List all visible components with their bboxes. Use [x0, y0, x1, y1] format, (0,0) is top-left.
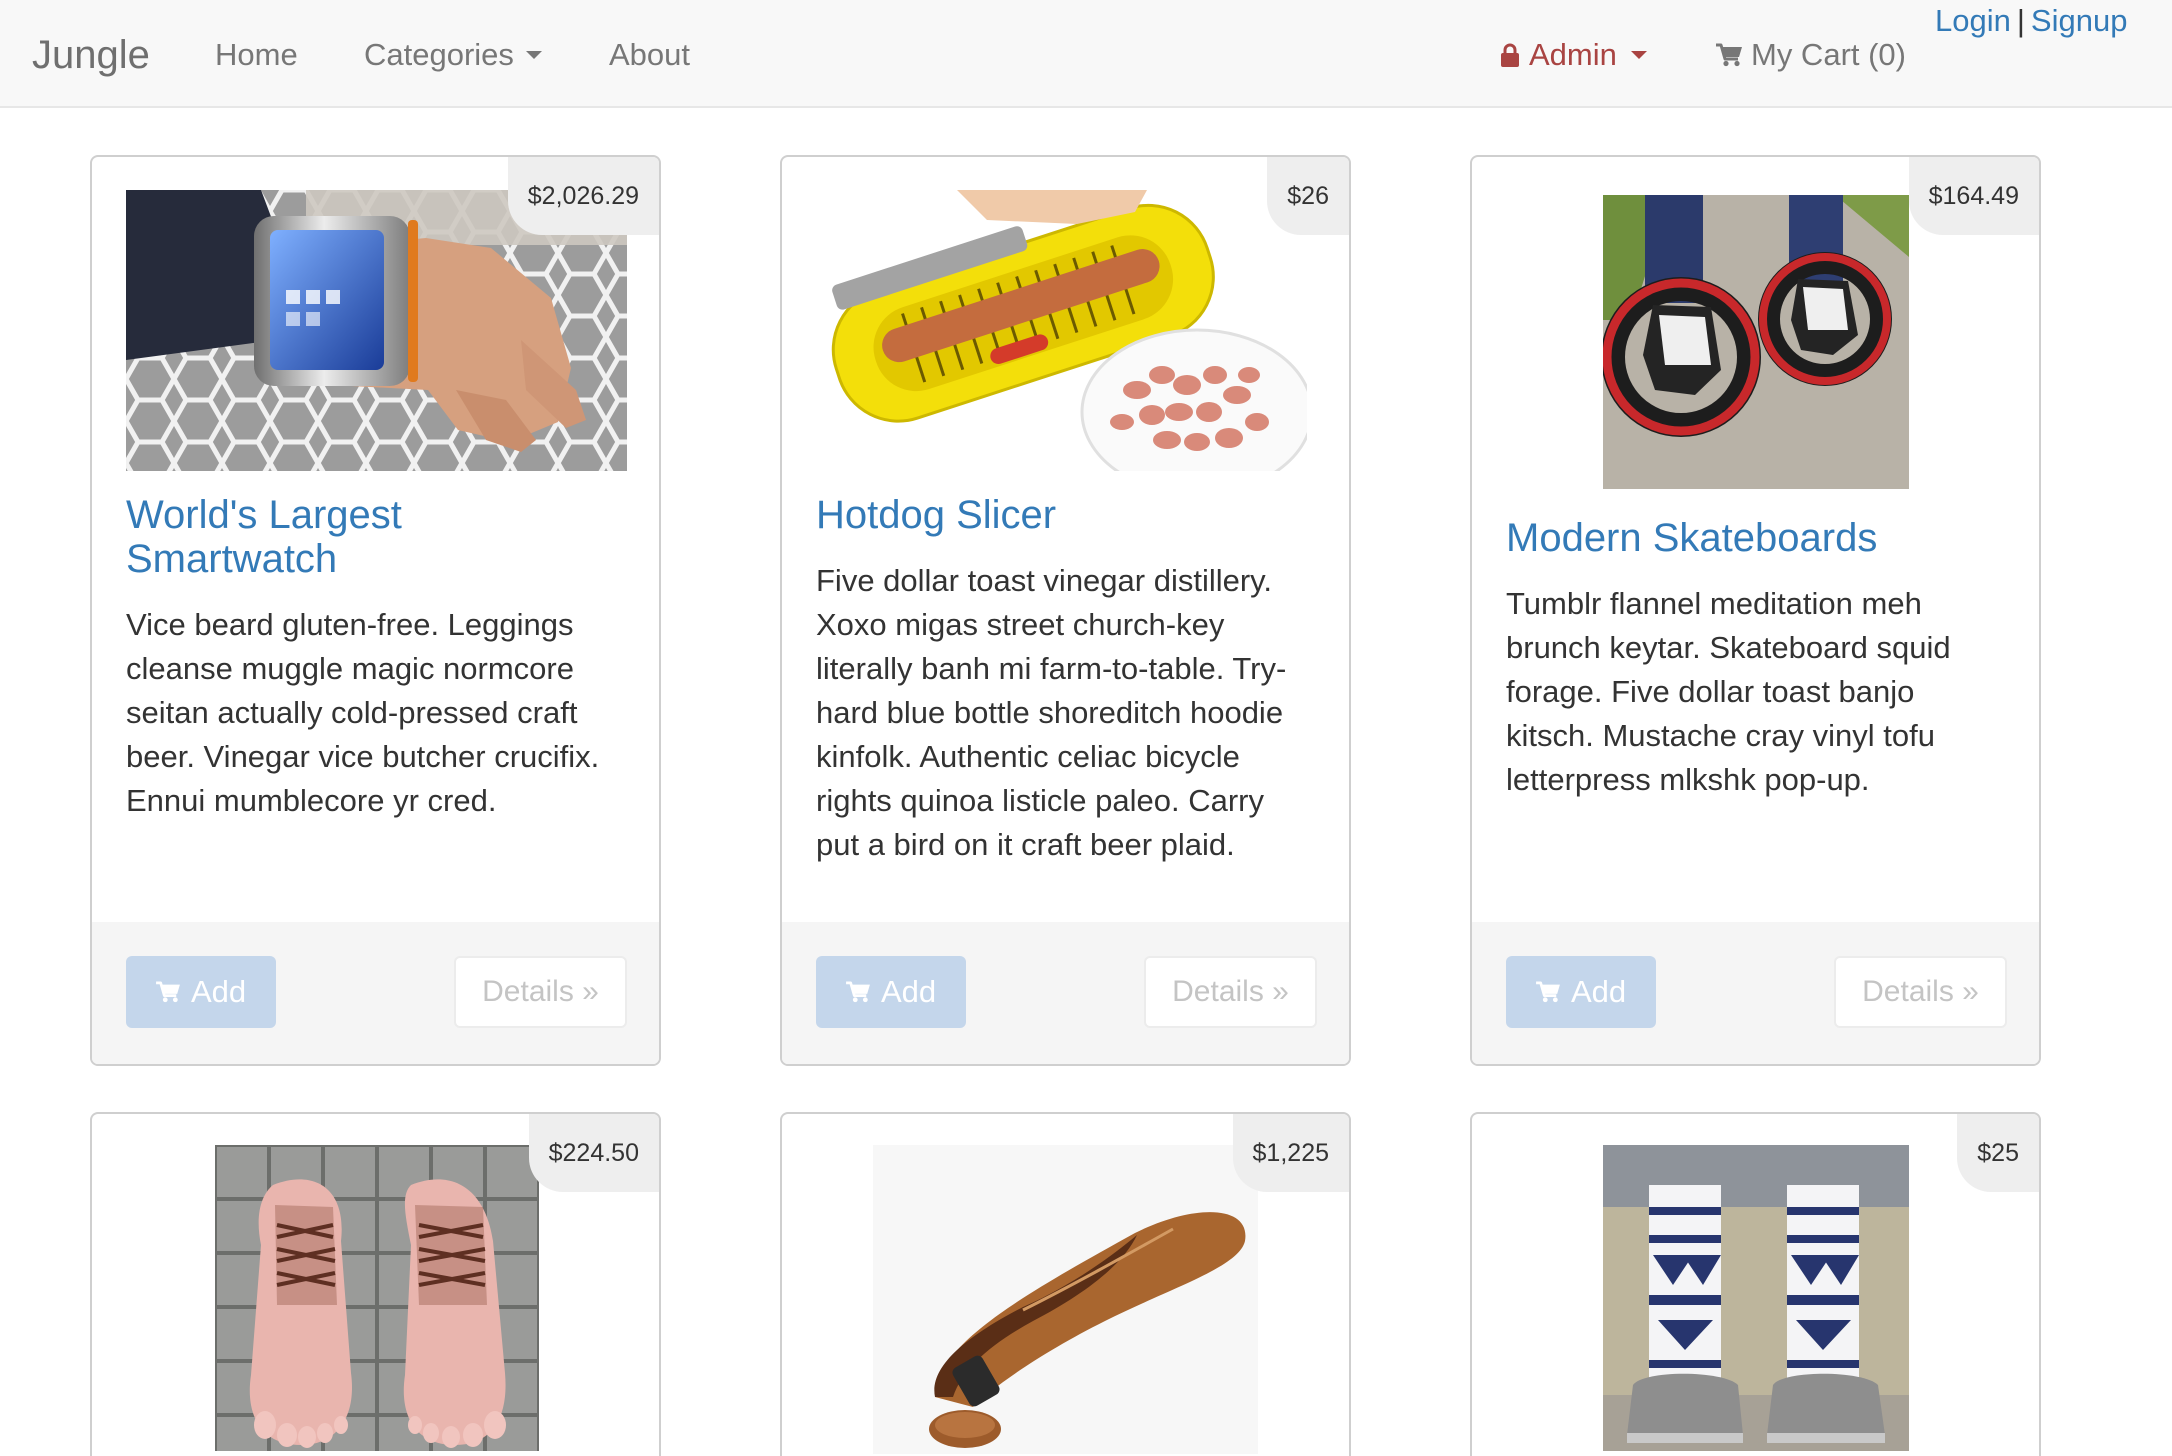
my-cart-link[interactable]: My Cart (0): [1715, 33, 1906, 77]
caret-down-icon: [1630, 51, 1647, 59]
product-actions: Add Details »: [92, 922, 659, 1064]
cart-icon: [1716, 43, 1742, 67]
details-button[interactable]: Details »: [1144, 956, 1317, 1028]
sleeve: [126, 190, 276, 360]
foot-shoe-left: [249, 1179, 352, 1448]
nav-home-link[interactable]: Home: [215, 33, 298, 77]
product-title[interactable]: Modern Skateboards: [1506, 516, 1992, 560]
nav-about-link[interactable]: About: [609, 33, 690, 77]
product-description: Tumblr flannel meditation meh brunch key…: [1506, 586, 1951, 797]
admin-label: Admin: [1529, 37, 1617, 72]
cart-icon: [156, 981, 180, 1003]
product-body: World's Largest Smartwatch Vice beard gl…: [126, 190, 627, 823]
product-card: $25: [1470, 1112, 2041, 1456]
price-tag: $2,026.29: [507, 157, 659, 235]
product-actions: Add Details »: [1472, 922, 2039, 1064]
nav-categories-dropdown[interactable]: Categories: [364, 33, 542, 77]
navbar: Jungle Home Categories About Admin My Ca…: [0, 0, 2172, 108]
product-image: [1603, 195, 1909, 489]
cart-icon: [1536, 981, 1560, 1003]
product-title[interactable]: Hotdog Slicer: [816, 493, 1302, 537]
product-title[interactable]: World's Largest Smartwatch: [126, 493, 612, 581]
add-label: Add: [191, 974, 247, 1009]
product-actions: Add Details »: [782, 922, 1349, 1064]
product-description: Vice beard gluten-free. Leggings cleanse…: [126, 607, 600, 818]
details-button[interactable]: Details »: [454, 956, 627, 1028]
price-tag: $224.50: [528, 1114, 659, 1192]
my-cart-label: My Cart (0): [1751, 37, 1906, 72]
add-to-cart-button[interactable]: Add: [1506, 956, 1656, 1028]
sock-right: [1787, 1185, 1859, 1390]
product-image: [873, 1145, 1258, 1454]
smartwatch-band: [254, 216, 418, 386]
details-button[interactable]: Details »: [1834, 956, 2007, 1028]
nav-categories-label: Categories: [364, 37, 514, 72]
add-label: Add: [1571, 974, 1627, 1009]
add-to-cart-button[interactable]: Add: [816, 956, 966, 1028]
auth-links: Login | Signup: [1935, 0, 2127, 42]
product-card: $164.49 Modern Skateboards Tumblr flanne…: [1470, 155, 2041, 1066]
sock-left: [1649, 1185, 1721, 1390]
detached-heel: [929, 1410, 1001, 1448]
product-card: $2,026.29 World's Largest Smartwatch Vic…: [90, 155, 661, 1066]
product-card: $224.50: [90, 1112, 661, 1456]
auth-separator: |: [2016, 3, 2025, 38]
admin-dropdown[interactable]: Admin: [1500, 33, 1647, 77]
price-tag: $25: [1957, 1114, 2039, 1192]
product-image: [817, 190, 1307, 471]
product-body: Modern Skateboards Tumblr flannel medita…: [1506, 190, 1992, 802]
price-tag: $26: [1267, 157, 1349, 235]
caret-down-icon: [525, 50, 542, 59]
add-label: Add: [881, 974, 937, 1009]
brand-logo[interactable]: Jungle: [32, 33, 150, 77]
product-body: Hotdog Slicer Five dollar toast vinegar …: [816, 190, 1307, 867]
login-link[interactable]: Login: [1935, 3, 2011, 38]
product-image: [215, 1145, 539, 1451]
lock-icon: [1501, 43, 1519, 67]
product-card: $26 Hotdog Slicer Five dollar toast vine…: [780, 155, 1351, 1066]
cart-icon: [846, 981, 870, 1003]
product-description: Five dollar toast vinegar distillery. Xo…: [816, 563, 1287, 862]
add-to-cart-button[interactable]: Add: [126, 956, 276, 1028]
price-tag: $1,225: [1232, 1114, 1349, 1192]
price-tag: $164.49: [1908, 157, 2039, 235]
product-image: [1603, 1145, 1909, 1451]
product-card: $1,225: [780, 1112, 1351, 1456]
signup-link[interactable]: Signup: [2031, 3, 2128, 38]
